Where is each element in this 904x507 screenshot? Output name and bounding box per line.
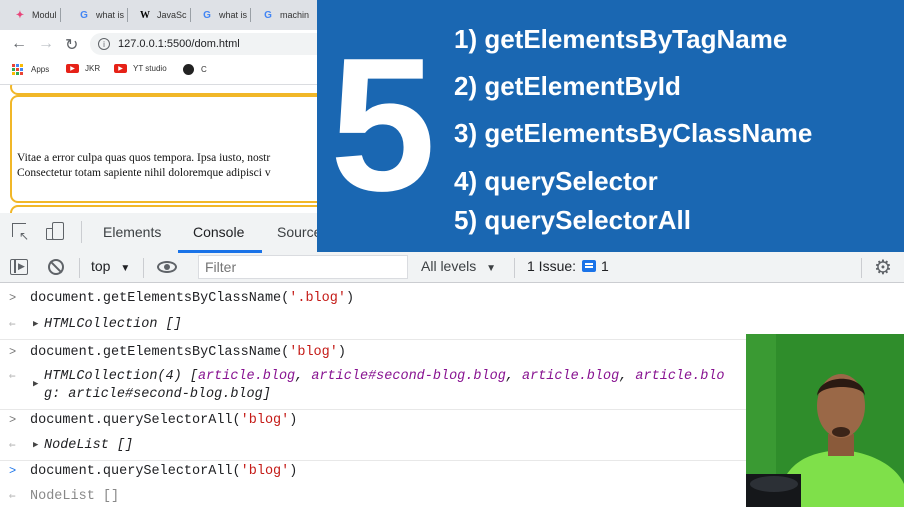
browser-tab[interactable]: W JavaSc xyxy=(139,4,191,26)
tab-title: Modul xyxy=(32,10,57,20)
info-icon[interactable]: i xyxy=(98,38,110,50)
banner-number: 5 xyxy=(330,19,436,231)
toolbar-divider xyxy=(143,258,144,278)
url-text: 127.0.0.1:5500/dom.html xyxy=(118,38,240,50)
sidebar-toggle-icon[interactable]: ▶ xyxy=(10,259,28,275)
return-arrow-icon: ⇐ xyxy=(9,491,16,503)
toolbar-divider xyxy=(514,258,515,278)
bookmark-label: YT studio xyxy=(133,64,167,73)
bookmark-c[interactable]: C xyxy=(183,64,207,75)
console-command: document.getElementsByClassName('.blog') xyxy=(30,291,355,306)
prompt-chevron-icon: > xyxy=(9,345,17,359)
console-command: document.querySelectorAll('blog') xyxy=(30,413,298,428)
address-bar[interactable]: i 127.0.0.1:5500/dom.html xyxy=(90,33,350,55)
google-icon: G xyxy=(203,9,211,21)
article-card xyxy=(10,95,320,203)
issues-button[interactable]: 1 Issue: 1 xyxy=(527,258,609,274)
google-icon: G xyxy=(264,9,272,21)
youtube-icon: ▶ xyxy=(66,64,79,73)
bookmark-label: Apps xyxy=(31,65,50,74)
console-command: document.getElementsByClassName('blog') xyxy=(30,345,346,360)
browser-tab[interactable]: G what is xyxy=(78,4,129,26)
eye-icon[interactable] xyxy=(157,261,177,273)
context-select[interactable]: top ▼ xyxy=(91,258,130,274)
tab-title: what is xyxy=(219,10,248,20)
banner-item: 4) querySelector xyxy=(454,166,658,196)
return-arrow-icon: ⇐ xyxy=(9,319,16,331)
expand-triangle-icon[interactable]: ▶ xyxy=(33,440,38,450)
prompt-chevron-icon: > xyxy=(9,413,17,427)
bookmark-jkr[interactable]: ▶ JKR xyxy=(66,64,100,73)
article-text: Consectetur totam sapiente nihil dolorem… xyxy=(17,167,271,179)
bookmark-label: JKR xyxy=(85,64,101,73)
prompt-chevron-icon: > xyxy=(9,291,17,305)
tab-console[interactable]: Console xyxy=(193,224,244,240)
console-result: HTMLCollection(4) [article.blog, article… xyxy=(44,369,725,384)
bookmark-label: C xyxy=(201,65,207,74)
tab-title: JavaSc xyxy=(157,10,187,20)
chevron-down-icon: ▼ xyxy=(120,263,131,274)
reload-icon[interactable]: ↻ xyxy=(65,35,78,55)
device-toolbar-icon[interactable] xyxy=(46,222,64,240)
filter-input[interactable] xyxy=(198,255,408,279)
page-viewport: Vitae a error culpa quas quos tempora. I… xyxy=(0,85,320,213)
levels-label: All levels xyxy=(421,258,477,274)
article-text: Vitae a error culpa quas quos tempora. I… xyxy=(17,152,271,164)
article-card xyxy=(10,205,320,213)
banner-item: 2) getElementById xyxy=(454,71,681,101)
banner-item: 1) getElementsByTagName xyxy=(454,24,788,54)
browser-tab[interactable]: ✦ Modul xyxy=(14,4,61,26)
browser-tab[interactable]: G what is xyxy=(201,4,252,26)
browser-tab[interactable]: G machin xyxy=(262,4,309,26)
console-result-preview: NodeList [] xyxy=(30,489,120,504)
clear-console-icon[interactable] xyxy=(48,259,64,275)
google-icon: G xyxy=(80,9,88,21)
context-label: top xyxy=(91,258,111,274)
presenter-image xyxy=(746,334,904,507)
gear-icon[interactable]: ⚙ xyxy=(874,255,892,280)
toolbar-divider xyxy=(81,221,82,243)
console-result-continued: g: article#second-blog.blog] xyxy=(44,387,271,402)
return-arrow-icon: ⇐ xyxy=(9,440,16,452)
bookmark-yt-studio[interactable]: ▶ YT studio xyxy=(114,64,167,73)
expand-triangle-icon[interactable]: ▶ xyxy=(33,379,38,389)
banner-item: 3) getElementsByClassName xyxy=(454,118,813,148)
log-levels-select[interactable]: All levels ▼ xyxy=(421,258,496,274)
banner-item: 5) querySelectorAll xyxy=(454,205,691,235)
puzzle-icon: ✦ xyxy=(15,9,25,21)
inspect-element-icon[interactable]: ↖ xyxy=(12,223,29,242)
issues-count: 1 xyxy=(601,258,609,274)
message-icon xyxy=(582,260,597,272)
expand-triangle-icon[interactable]: ▶ xyxy=(33,319,38,329)
toolbar-divider xyxy=(861,258,862,278)
return-arrow-icon: ⇐ xyxy=(9,371,16,383)
toolbar-divider xyxy=(79,258,80,278)
github-icon xyxy=(183,64,194,75)
console-command: document.querySelectorAll('blog') xyxy=(30,464,298,479)
article-card xyxy=(10,85,320,95)
wikipedia-icon: W xyxy=(140,9,150,21)
forward-arrow-icon[interactable]: → xyxy=(38,35,54,53)
bookmark-apps[interactable]: Apps xyxy=(12,64,49,75)
chevron-down-icon: ▼ xyxy=(486,263,497,274)
youtube-icon: ▶ xyxy=(114,64,127,73)
apps-grid-icon xyxy=(12,64,23,75)
console-result: HTMLCollection [] xyxy=(44,317,182,332)
webcam-overlay xyxy=(746,334,904,507)
back-arrow-icon[interactable]: ← xyxy=(11,35,27,53)
tab-title: machin xyxy=(280,10,310,20)
tab-elements[interactable]: Elements xyxy=(103,224,161,240)
tab-title: what is xyxy=(96,10,125,20)
prompt-chevron-icon: > xyxy=(9,464,17,478)
console-result: NodeList [] xyxy=(44,438,134,453)
issues-label: 1 Issue: xyxy=(527,258,577,274)
console-toolbar: ▶ top ▼ All levels ▼ 1 Issue: 1 ⚙ xyxy=(0,253,904,283)
console-input-line: > document.getElementsByClassName('.blog… xyxy=(0,291,904,309)
